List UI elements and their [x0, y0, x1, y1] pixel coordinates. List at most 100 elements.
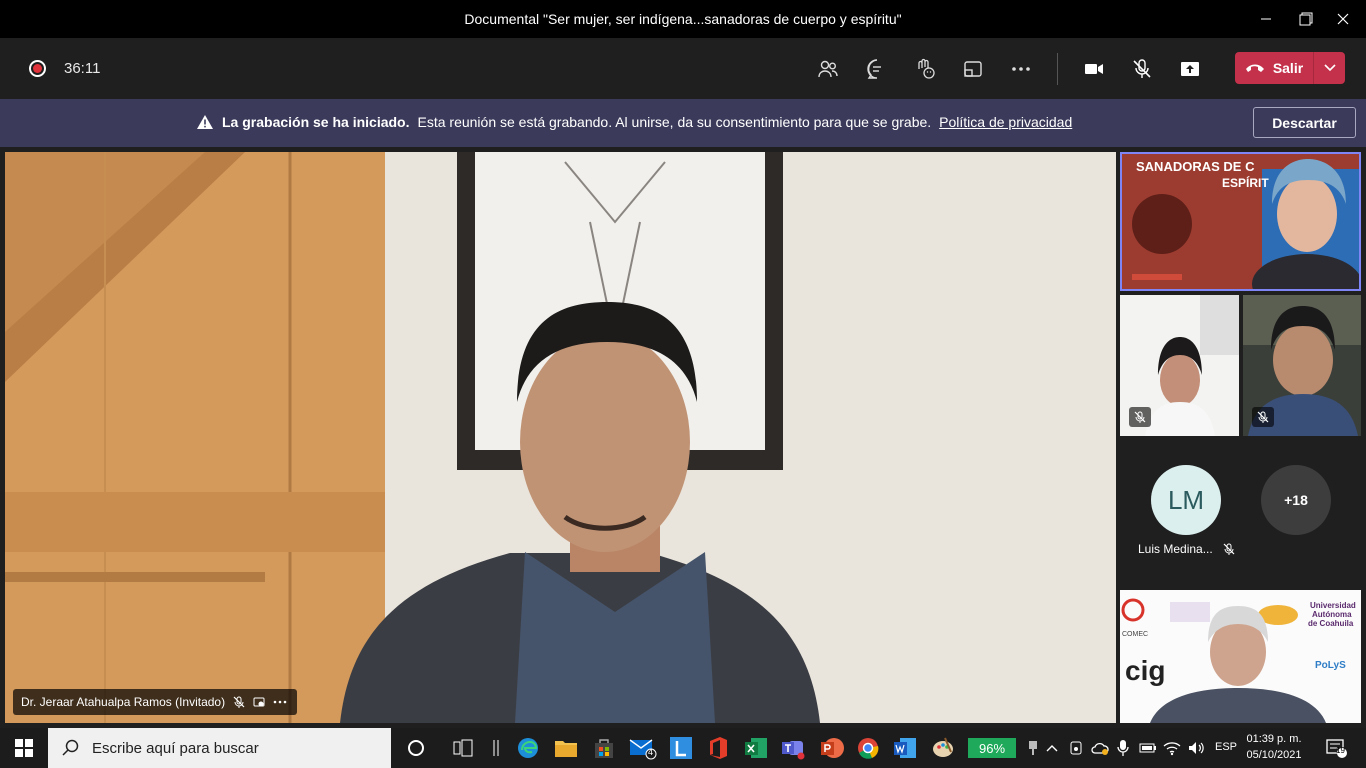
- chrome-icon: [858, 738, 879, 759]
- title-bar: Documental "Ser mujer, ser indígena...sa…: [0, 0, 1366, 38]
- banner-text: Esta reunión se está grabando. Al unirse…: [417, 114, 932, 130]
- reactions-button[interactable]: [909, 53, 941, 85]
- divider-app-icon: [493, 740, 499, 756]
- meeting-toolbar: 36:11 Salir: [0, 38, 1366, 99]
- edge-icon: [518, 738, 538, 758]
- presenter-video-frame: SANADORAS DE C ESPÍRIT: [1122, 154, 1359, 289]
- camera-icon: [1085, 64, 1103, 74]
- participant-tile-presenter[interactable]: SANADORAS DE C ESPÍRIT: [1120, 152, 1361, 291]
- more-participants-count: +18: [1284, 492, 1308, 508]
- teams-icon: [782, 741, 805, 760]
- main-speaker-video: Dr. Jeraar Atahualpa Ramos (Invitado): [5, 152, 1116, 723]
- edge-button[interactable]: [513, 733, 543, 763]
- more-options-icon[interactable]: [273, 696, 287, 708]
- toolbar-divider: [1057, 53, 1058, 85]
- powerpoint-button[interactable]: [817, 733, 847, 763]
- clock-time: 01:39 p. m.: [1246, 733, 1302, 745]
- restore-icon: [1299, 12, 1313, 26]
- people-icon: [818, 60, 838, 78]
- search-placeholder: Escribe aquí para buscar: [92, 739, 259, 757]
- taskbar-clock[interactable]: 01:39 p. m. 05/10/2021: [1244, 731, 1304, 763]
- more-icon: [1012, 67, 1030, 71]
- speaker-name-tag: Dr. Jeraar Atahualpa Ramos (Invitado): [13, 689, 298, 715]
- folder-icon: [555, 741, 577, 757]
- mail-badge: 4: [648, 747, 654, 757]
- participant-name-row: Luis Medina...: [1138, 542, 1235, 556]
- share-button[interactable]: [1174, 53, 1206, 85]
- dismiss-button[interactable]: Descartar: [1253, 107, 1356, 138]
- launcher-l-button[interactable]: [666, 733, 696, 763]
- store-button[interactable]: [589, 733, 619, 763]
- mail-button[interactable]: 4: [628, 733, 658, 763]
- speaker-video-frame: [5, 152, 1116, 723]
- device-icon: [1070, 741, 1082, 755]
- windows-taskbar: Escribe aquí para buscar 4 96% ESP 01:39…: [0, 728, 1366, 768]
- participant-tile-logos[interactable]: COMEC Universidad Autónoma de Coahuila c…: [1120, 590, 1361, 723]
- paint-button[interactable]: [928, 733, 958, 763]
- chat-button[interactable]: [861, 53, 893, 85]
- privacy-policy-link[interactable]: Política de privacidad: [939, 114, 1072, 130]
- chat-icon: [867, 59, 881, 79]
- participant-tile-man[interactable]: [1243, 295, 1361, 436]
- share-screen-icon: [1181, 62, 1199, 76]
- paint-palette-icon: [933, 737, 953, 757]
- participant-video-frame: COMEC Universidad Autónoma de Coahuila c…: [1120, 590, 1361, 723]
- start-button[interactable]: [9, 733, 39, 763]
- avatar-lm[interactable]: LM: [1151, 465, 1221, 535]
- camera-button[interactable]: [1078, 53, 1110, 85]
- battery-meter[interactable]: 96%: [968, 738, 1016, 758]
- chevron-up-icon: [1046, 745, 1058, 752]
- powerpoint-icon: [821, 738, 844, 758]
- word-icon: [894, 738, 916, 758]
- windows-logo-icon: [15, 739, 33, 757]
- close-icon: [1337, 13, 1349, 25]
- breakout-rooms-icon: [964, 61, 982, 77]
- leave-options-button[interactable]: [1314, 64, 1345, 72]
- store-icon: [595, 739, 613, 758]
- clock-date: 05/10/2021: [1246, 749, 1302, 761]
- more-participants-button[interactable]: +18: [1261, 465, 1331, 535]
- mic-button[interactable]: [1126, 53, 1158, 85]
- l-app-icon: [670, 737, 692, 759]
- action-center-button[interactable]: 19: [1321, 733, 1351, 763]
- leave-button[interactable]: Salir: [1235, 52, 1313, 84]
- pin-icon[interactable]: [253, 696, 265, 708]
- task-view-button[interactable]: [448, 733, 478, 763]
- file-explorer-button[interactable]: [551, 733, 581, 763]
- taskbar-search[interactable]: Escribe aquí para buscar: [48, 728, 391, 768]
- logo-uac-3: de Coahuila: [1308, 619, 1354, 628]
- minimize-icon: [1261, 18, 1271, 20]
- cortana-button[interactable]: [401, 733, 431, 763]
- teams-button[interactable]: [778, 733, 808, 763]
- leave-control: Salir: [1235, 52, 1345, 84]
- task-view-icon: [453, 739, 473, 757]
- excel-button[interactable]: [741, 733, 771, 763]
- slide-title-1: SANADORAS DE C: [1136, 159, 1255, 174]
- meeting-timer: 36:11: [64, 60, 101, 77]
- tray-volume[interactable]: [1181, 733, 1211, 763]
- word-button[interactable]: [890, 733, 920, 763]
- microphone-icon: [1117, 740, 1129, 756]
- participants-button[interactable]: [812, 53, 844, 85]
- close-button[interactable]: [1320, 0, 1366, 38]
- mic-muted-icon: [1223, 543, 1235, 555]
- more-actions-button[interactable]: [1005, 53, 1037, 85]
- excel-icon: [745, 738, 767, 758]
- banner-title: La grabación se ha iniciado.: [222, 114, 410, 130]
- pipe-app-button[interactable]: [481, 733, 511, 763]
- phone-hangup-icon: [1245, 64, 1264, 72]
- recording-banner: La grabación se ha iniciado. Esta reunió…: [0, 99, 1366, 147]
- office-button[interactable]: [703, 733, 733, 763]
- chrome-button[interactable]: [853, 733, 883, 763]
- warning-icon: [197, 115, 213, 129]
- mic-muted-icon: [233, 696, 245, 708]
- speaker-name: Dr. Jeraar Atahualpa Ramos (Invitado): [21, 695, 226, 709]
- participant-tile-woman[interactable]: [1120, 295, 1239, 436]
- language-indicator[interactable]: ESP: [1215, 741, 1237, 753]
- office-icon: [710, 737, 727, 759]
- logo-uac-2: Autónoma: [1312, 610, 1352, 619]
- rooms-button[interactable]: [957, 53, 989, 85]
- search-icon: [62, 739, 79, 756]
- logo-polys: PoLyS: [1315, 660, 1346, 671]
- slide-title-2: ESPÍRIT: [1222, 175, 1269, 190]
